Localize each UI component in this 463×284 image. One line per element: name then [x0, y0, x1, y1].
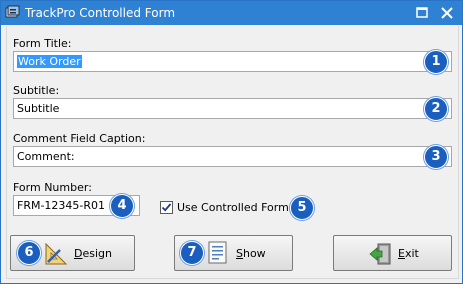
maximize-button[interactable] [411, 3, 433, 23]
form-title-label: Form Title: [13, 37, 72, 50]
callout-badge-3: 3 [424, 145, 448, 169]
app-icon [5, 5, 20, 18]
exit-button[interactable]: Exit [333, 235, 452, 271]
use-controlled-form-checkbox[interactable] [160, 201, 173, 214]
triangle-ruler-icon [45, 242, 68, 265]
subtitle-label: Subtitle: [13, 84, 60, 97]
show-button-label: Show [236, 247, 266, 260]
subtitle-input[interactable]: Subtitle [13, 98, 452, 119]
form-preview-icon [208, 241, 227, 264]
close-button[interactable] [436, 3, 458, 23]
callout-badge-7: 7 [180, 241, 204, 265]
comment-caption-input[interactable]: Comment: [13, 146, 452, 167]
design-button[interactable]: 6 Design [10, 235, 135, 271]
exit-button-label: Exit [398, 247, 419, 260]
design-label-rest: esign [82, 247, 112, 260]
title-bar[interactable]: TrackPro Controlled Form [1, 1, 462, 25]
show-access-key: S [236, 247, 243, 260]
comment-caption-label: Comment Field Caption: [13, 132, 146, 145]
callout-badge-5: 5 [290, 196, 314, 220]
use-controlled-form-label[interactable]: Use Controlled Form [177, 201, 289, 214]
exit-door-icon [369, 243, 391, 265]
form-body: Form Title: Work Order 1 Subtitle: Subti… [6, 26, 459, 279]
form-number-label: Form Number: [13, 181, 92, 194]
exit-access-key: E [398, 247, 405, 260]
form-title-input[interactable]: Work Order [13, 51, 452, 72]
form-title-value: Work Order [17, 55, 82, 68]
window-title: TrackPro Controlled Form [25, 6, 176, 20]
callout-badge-1: 1 [424, 50, 448, 74]
callout-badge-2: 2 [424, 97, 448, 121]
show-label-rest: how [242, 247, 266, 260]
callout-badge-4: 4 [110, 194, 134, 218]
design-button-label: Design [74, 247, 112, 260]
show-button[interactable]: 7 Show [174, 235, 293, 271]
callout-badge-6: 6 [17, 241, 41, 265]
exit-label-rest: xit [404, 247, 419, 260]
app-window: TrackPro Controlled Form Form Title: Wor… [0, 0, 463, 284]
checkmark-icon [161, 203, 172, 212]
